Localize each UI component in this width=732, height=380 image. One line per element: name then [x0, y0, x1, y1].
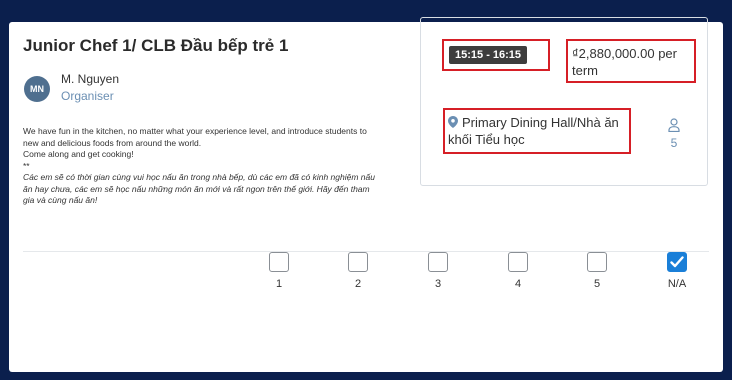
option-5[interactable]: 5 [577, 252, 617, 290]
person-icon [668, 118, 680, 133]
description-english-line-2: Come along and get cooking! [23, 149, 134, 159]
option-3-checkbox[interactable] [428, 252, 448, 272]
option-4-label: 4 [514, 278, 522, 290]
option-5-checkbox[interactable] [587, 252, 607, 272]
option-3[interactable]: 3 [418, 252, 458, 290]
option-1[interactable]: 1 [259, 252, 299, 290]
option-na-label: N/A [667, 278, 687, 290]
option-na[interactable]: N/A [657, 252, 697, 290]
capacity-count: 5 [670, 136, 678, 150]
description-english: We have fun in the kitchen, no matter wh… [23, 126, 383, 161]
option-5-label: 5 [593, 278, 601, 290]
description-vietnamese: Các em sẽ có thời gian cùng vui học nấu … [23, 172, 375, 205]
capacity: 5 [664, 118, 684, 150]
check-icon [670, 256, 684, 268]
option-2-checkbox[interactable] [348, 252, 368, 272]
option-2-label: 2 [354, 278, 362, 290]
option-na-checkbox[interactable] [667, 252, 687, 272]
option-1-checkbox[interactable] [269, 252, 289, 272]
avatar: MN [24, 76, 50, 102]
activity-description: We have fun in the kitchen, no matter wh… [23, 126, 383, 207]
organiser-role: Organiser [61, 89, 114, 103]
option-4-checkbox[interactable] [508, 252, 528, 272]
description-separator: ** [23, 160, 30, 171]
option-1-label: 1 [275, 278, 283, 290]
option-3-label: 3 [434, 278, 442, 290]
location-highlight [443, 108, 631, 154]
activity-title: Junior Chef 1/ CLB Đầu bếp trẻ 1 [23, 36, 289, 55]
option-2[interactable]: 2 [338, 252, 378, 290]
option-4[interactable]: 4 [498, 252, 538, 290]
organiser-name: M. Nguyen [61, 72, 120, 86]
time-highlight [442, 39, 550, 71]
price-highlight [566, 39, 696, 83]
description-english-line-1: We have fun in the kitchen, no matter wh… [23, 126, 367, 148]
bottom-strip [9, 372, 723, 380]
